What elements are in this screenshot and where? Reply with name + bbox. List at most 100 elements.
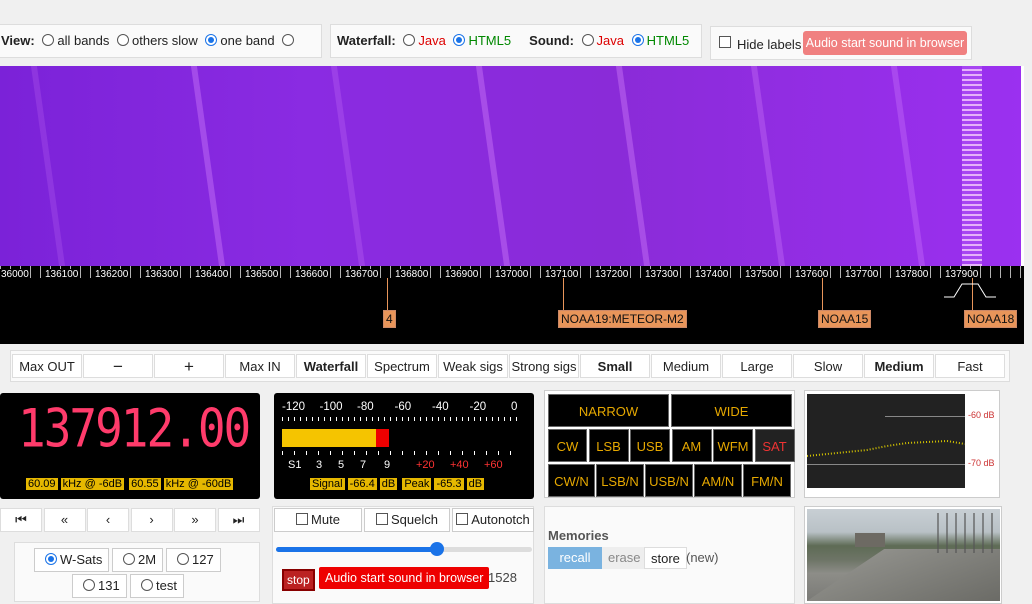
scale-tick-label: 136500 bbox=[244, 269, 280, 280]
audio-start-button-2[interactable]: Audio start sound in browser bbox=[319, 567, 490, 589]
smeter-bottom-tick: 9 bbox=[384, 459, 391, 471]
bw-unit-a: kHz @ -6dB bbox=[60, 478, 125, 490]
volume-slider-track[interactable] bbox=[276, 542, 532, 556]
prev-button[interactable]: ‹ bbox=[87, 508, 129, 532]
band-127-label: 127 bbox=[192, 552, 214, 567]
medium-speed-button[interactable]: Medium bbox=[864, 354, 934, 378]
radio-others-slow[interactable] bbox=[117, 34, 130, 46]
squelch-toggle[interactable]: Squelch bbox=[364, 508, 450, 532]
mute-toggle[interactable]: Mute bbox=[274, 508, 362, 532]
medium-size-button[interactable]: Medium bbox=[651, 354, 721, 378]
recall-button[interactable]: recall bbox=[548, 547, 602, 569]
fast-forward-button[interactable]: » bbox=[174, 508, 216, 532]
sound-label: Sound: bbox=[529, 33, 574, 48]
label-all-bands: all bands bbox=[57, 33, 110, 48]
waterfall-sound-panel: Waterfall: Java HTML5 Sound: Java HTML5 bbox=[330, 24, 702, 58]
scale-tick-label: 137100 bbox=[544, 269, 580, 280]
zoom-in-button[interactable]: + bbox=[154, 354, 224, 378]
mode-usb[interactable]: USB bbox=[630, 429, 670, 462]
band-w-sats-label: W-Sats bbox=[60, 552, 103, 567]
band-w-sats[interactable]: W-Sats bbox=[34, 548, 110, 572]
autonotch-label: Autonotch bbox=[471, 512, 530, 527]
first-button[interactable]: ⏮ bbox=[0, 508, 42, 532]
mode-am-n[interactable]: AM/N bbox=[694, 464, 742, 497]
rewind-button[interactable]: « bbox=[43, 508, 86, 532]
waterfall-button[interactable]: Waterfall bbox=[296, 354, 366, 378]
audio-start-button[interactable]: Audio start sound in browser bbox=[803, 31, 967, 55]
radio-all-bands[interactable] bbox=[42, 34, 55, 46]
max-in-button[interactable]: Max IN bbox=[225, 354, 295, 378]
autonotch-toggle[interactable]: Autonotch bbox=[452, 508, 534, 532]
scale-tick-label: 137300 bbox=[644, 269, 680, 280]
signal-label: Signal bbox=[310, 478, 345, 490]
spectrum-button[interactable]: Spectrum bbox=[367, 354, 437, 378]
mode-sat[interactable]: SAT bbox=[754, 429, 795, 462]
scale-tick-label: 36000 bbox=[0, 269, 30, 280]
label-waterfall-html5: HTML5 bbox=[468, 33, 512, 48]
mode-wide[interactable]: WIDE bbox=[671, 394, 792, 427]
band-test[interactable]: test bbox=[130, 574, 184, 598]
mode-narrow[interactable]: NARROW bbox=[548, 394, 669, 427]
zoom-out-button[interactable]: − bbox=[83, 354, 153, 378]
s-meter-panel: -120 -100 -80 -60 -40 -20 0 S1 3 5 7 9 +20 +40 +60 Si… bbox=[274, 393, 534, 499]
radio-sound-java[interactable] bbox=[581, 34, 594, 46]
scale-tick-label: 137600 bbox=[794, 269, 830, 280]
strong-sigs-button[interactable]: Strong sigs bbox=[509, 354, 579, 378]
radio-blind[interactable] bbox=[282, 34, 295, 46]
bw-value-a: 60.09 bbox=[26, 478, 58, 490]
radio-waterfall-java[interactable] bbox=[403, 34, 416, 46]
frequency-scale[interactable]: 36000 136100 136200 136300 136400 136500 13660… bbox=[0, 266, 1024, 344]
squelch-label: Squelch bbox=[391, 512, 438, 527]
hide-labels-checkbox[interactable] bbox=[719, 36, 731, 48]
radio-waterfall-html5[interactable] bbox=[453, 34, 466, 46]
signal-bar-fill bbox=[282, 429, 377, 447]
smeter-top-tick: -60 bbox=[394, 401, 412, 413]
mode-am[interactable]: AM bbox=[671, 429, 712, 462]
band-127[interactable]: 127 bbox=[166, 548, 221, 572]
scale-tick-label: 137500 bbox=[744, 269, 780, 280]
mode-fm-n[interactable]: FM/N bbox=[743, 464, 791, 497]
frequency-display-panel: 137912.00 60.09 kHz @ -6dB 60.55 kHz @ -… bbox=[0, 393, 260, 499]
store-button[interactable]: store bbox=[644, 547, 687, 569]
stop-button[interactable]: stop bbox=[282, 569, 315, 591]
mode-usb-n[interactable]: USB/N bbox=[645, 464, 693, 497]
mode-cw-n[interactable]: CW/N bbox=[548, 464, 595, 497]
marker-noaa18[interactable]: NOAA18 bbox=[964, 310, 1018, 328]
spectrum-view bbox=[807, 394, 965, 488]
hide-labels-text: Hide labels bbox=[737, 37, 802, 52]
spectrum-label-70: -70 dB bbox=[968, 458, 995, 468]
label-one-band: one band bbox=[220, 33, 275, 48]
large-button[interactable]: Large bbox=[722, 354, 792, 378]
scale-tick-label: 136400 bbox=[194, 269, 230, 280]
passband-indicator[interactable] bbox=[944, 282, 996, 300]
mode-lsb-n[interactable]: LSB/N bbox=[596, 464, 644, 497]
marker-noaa19[interactable]: NOAA19:METEOR-M2 bbox=[558, 310, 687, 328]
mode-cw[interactable]: CW bbox=[548, 429, 587, 462]
band-2m[interactable]: 2M bbox=[112, 548, 164, 572]
waterfall-display[interactable] bbox=[0, 66, 1024, 266]
label-waterfall-java: Java bbox=[418, 33, 446, 48]
scale-tick-label: 137000 bbox=[494, 269, 530, 280]
frequency-readout[interactable]: 137912.00 bbox=[18, 397, 251, 459]
max-out-button[interactable]: Max OUT bbox=[12, 354, 82, 378]
marker-noaa15[interactable]: NOAA15 bbox=[818, 310, 872, 328]
webcam-image bbox=[807, 509, 1000, 601]
signal-value: -66.4 bbox=[347, 478, 377, 490]
radio-sound-html5[interactable] bbox=[631, 34, 644, 46]
radio-one-band[interactable] bbox=[205, 34, 218, 46]
erase-button[interactable]: erase bbox=[602, 547, 647, 569]
smeter-top-tick: -20 bbox=[469, 401, 487, 413]
last-button[interactable]: ⏭ bbox=[217, 508, 260, 532]
next-button[interactable]: › bbox=[130, 508, 173, 532]
small-button[interactable]: Small bbox=[580, 354, 650, 378]
slow-button[interactable]: Slow bbox=[793, 354, 863, 378]
waterfall-label: Waterfall: bbox=[337, 33, 396, 48]
weak-sigs-button[interactable]: Weak sigs bbox=[438, 354, 508, 378]
smeter-top-tick: -40 bbox=[432, 401, 449, 413]
marker-4[interactable]: 4 bbox=[383, 310, 396, 328]
mode-lsb[interactable]: LSB bbox=[588, 429, 629, 462]
mode-wfm[interactable]: WFM bbox=[713, 429, 753, 462]
fast-button[interactable]: Fast bbox=[935, 354, 1005, 378]
label-sound-java: Java bbox=[596, 33, 625, 48]
band-131[interactable]: 131 bbox=[72, 574, 127, 598]
